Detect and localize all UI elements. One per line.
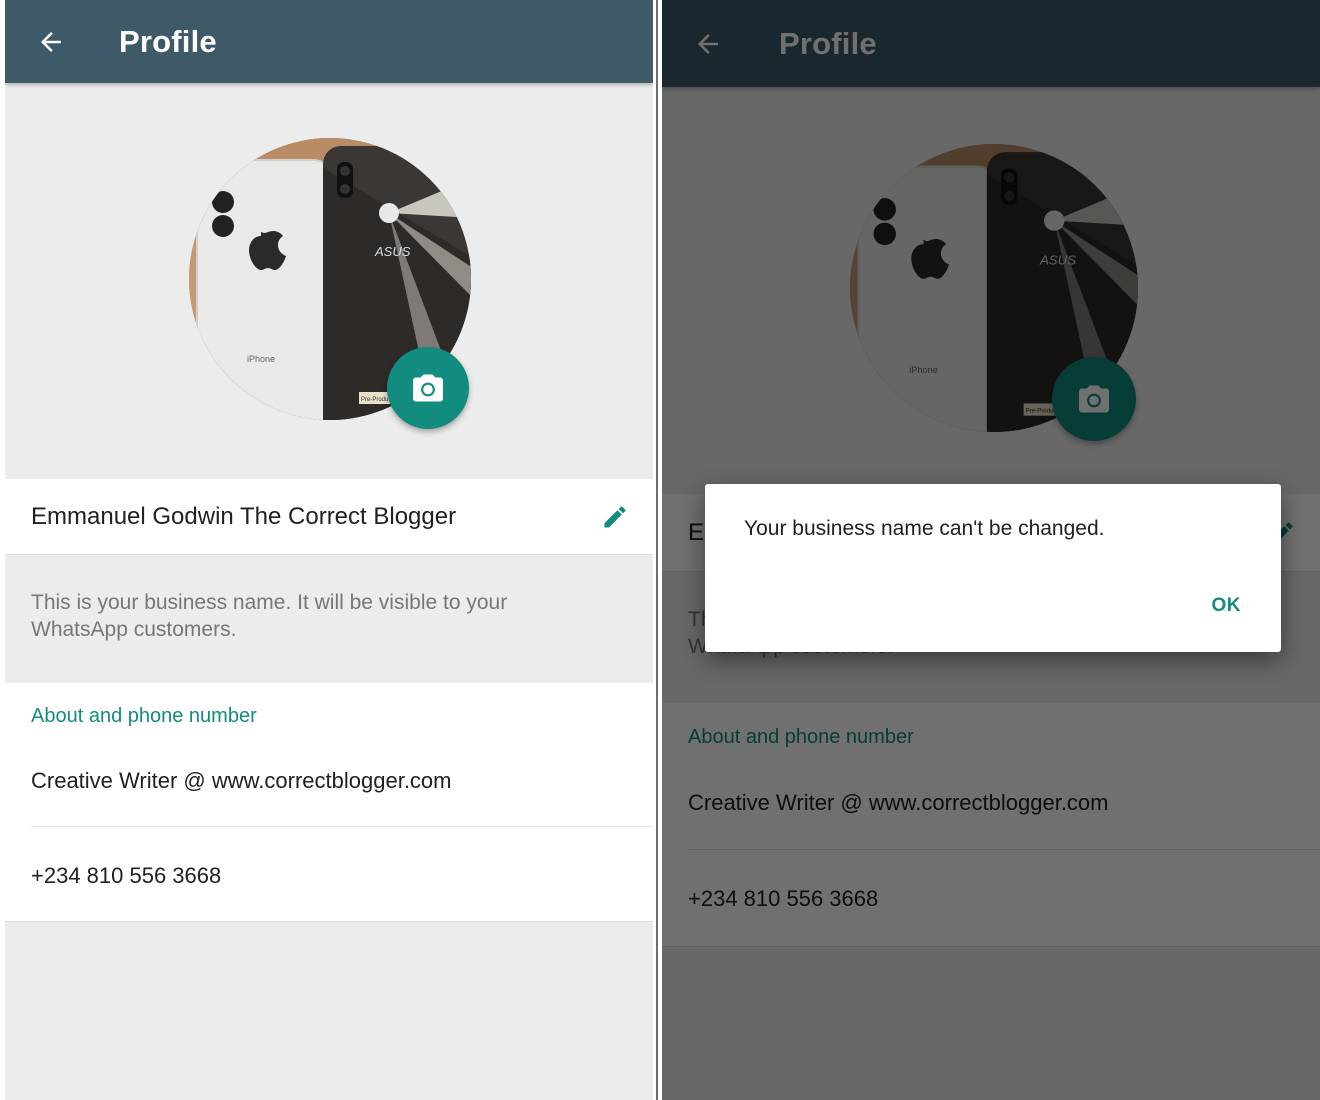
alert-dialog: Your business name can't be changed. OK: [705, 484, 1281, 652]
divider: [31, 826, 653, 827]
profile-screen-dialog: Profile iPhone ASUS Pre-Production: [662, 0, 1320, 1100]
page-title: Profile: [119, 23, 217, 59]
back-button[interactable]: [23, 0, 79, 83]
about-text[interactable]: Creative Writer @ www.correctblogger.com: [31, 768, 452, 794]
photo-asus-label: ASUS: [374, 244, 411, 259]
profile-screen: Profile iPhone ASUS Pre-Production Emman…: [5, 0, 653, 1100]
photo-iphone-label: iPhone: [247, 354, 275, 364]
section-header: About and phone number: [31, 705, 257, 727]
camera-icon: [413, 374, 443, 402]
business-name-row: Emmanuel Godwin The Correct Blogger: [5, 479, 653, 555]
phone-number[interactable]: +234 810 556 3668: [31, 863, 221, 889]
app-bar: Profile: [5, 0, 653, 83]
edit-name-button[interactable]: [597, 479, 633, 554]
ok-button[interactable]: OK: [1212, 595, 1242, 617]
change-photo-button[interactable]: [387, 347, 469, 429]
arrow-back-icon: [41, 31, 61, 52]
screenshot-divider: [653, 0, 662, 1100]
pencil-icon: [604, 505, 626, 527]
business-name: Emmanuel Godwin The Correct Blogger: [31, 502, 457, 530]
business-name-hint: This is your business name. It will be v…: [31, 591, 508, 641]
about-section: About and phone number Creative Writer @…: [5, 683, 653, 922]
dialog-message: Your business name can't be changed.: [744, 517, 1105, 540]
